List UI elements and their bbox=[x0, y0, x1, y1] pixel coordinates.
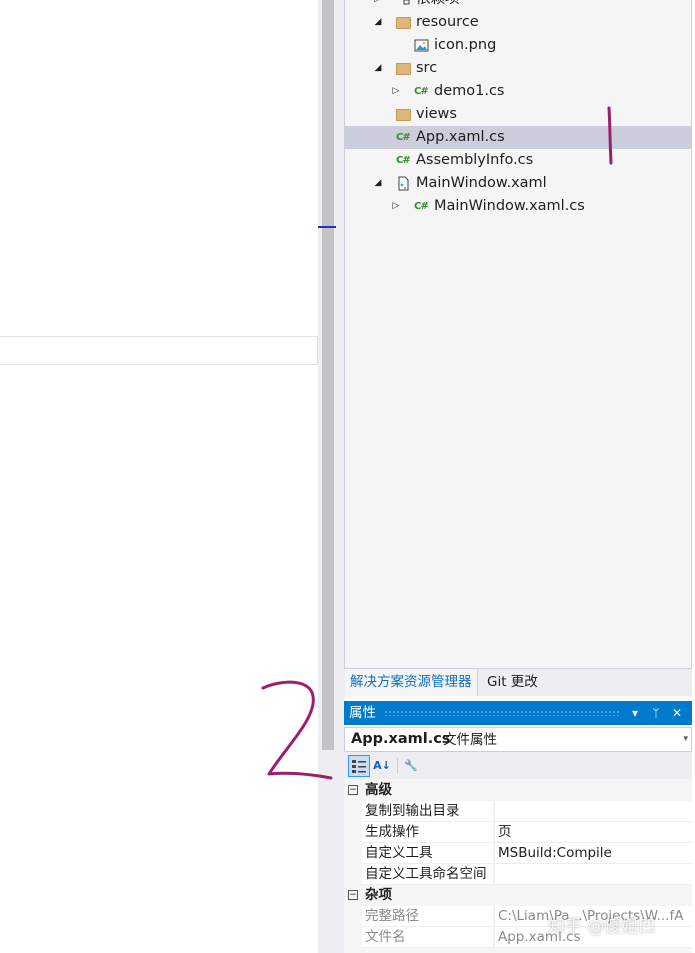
category-name: 高级 bbox=[365, 782, 392, 798]
csharp-file-icon: C# bbox=[396, 132, 411, 143]
tree-item-app-xaml-cs[interactable]: C# App.xaml.cs bbox=[345, 126, 691, 149]
property-pages-wrench-icon[interactable]: 🔧 bbox=[400, 755, 422, 777]
tab-solution-explorer[interactable]: 解决方案资源管理器 bbox=[345, 669, 478, 696]
property-value[interactable]: 页 bbox=[494, 822, 692, 843]
alphabetical-sort-icon[interactable]: A↓ bbox=[371, 755, 393, 777]
properties-object-selector[interactable]: App.xaml.cs 文件属性 ▾ bbox=[344, 727, 692, 752]
collapse-icon[interactable]: − bbox=[348, 785, 358, 795]
property-name: 生成操作 bbox=[362, 822, 493, 843]
tree-item-demo1-cs[interactable]: ▷ C# demo1.cs bbox=[345, 80, 691, 103]
editor-horizontal-field[interactable] bbox=[0, 336, 318, 365]
tree-item-label: icon.png bbox=[434, 37, 497, 53]
property-row[interactable]: 复制到输出目录 bbox=[344, 801, 692, 822]
watermark: 知乎 @傻姐凹 bbox=[548, 917, 656, 937]
tree-item-mainwindow-xaml[interactable]: ◢ MainWindow.xaml bbox=[345, 172, 691, 195]
xaml-file-icon bbox=[398, 176, 409, 191]
tree-item-label: MainWindow.xaml.cs bbox=[434, 198, 585, 214]
properties-toolbar: A↓ 🔧 bbox=[344, 752, 692, 779]
property-name: 自定义工具 bbox=[362, 843, 493, 864]
properties-title-bar[interactable]: 属性 ▾ ᛘ ✕ bbox=[344, 701, 692, 725]
tree-item-icon-png[interactable]: icon.png bbox=[345, 34, 691, 57]
window-options-icon[interactable]: ▾ bbox=[625, 701, 645, 725]
tree-item-dependencies[interactable]: ▷ 依赖项 bbox=[345, 0, 691, 11]
tool-window-tabs: 解决方案资源管理器 Git 更改 bbox=[344, 668, 692, 696]
folder-icon bbox=[396, 17, 411, 29]
tree-item-label: App.xaml.cs bbox=[416, 129, 505, 145]
chevron-down-icon[interactable]: ▾ bbox=[683, 728, 688, 751]
property-value[interactable] bbox=[494, 864, 692, 885]
tree-item-resource-folder[interactable]: ◢ resource bbox=[345, 11, 691, 34]
close-icon[interactable]: ✕ bbox=[667, 701, 687, 725]
pin-icon[interactable]: ᛘ bbox=[646, 701, 666, 725]
property-name: 自定义工具命名空间 bbox=[362, 864, 493, 885]
csharp-file-icon: C# bbox=[414, 201, 429, 212]
scroll-position-marker bbox=[318, 226, 336, 228]
collapse-icon[interactable]: − bbox=[348, 890, 358, 900]
property-value[interactable]: MSBuild:Compile bbox=[494, 843, 692, 864]
property-name: 文件名 bbox=[362, 927, 493, 948]
property-value[interactable] bbox=[494, 801, 692, 822]
image-file-icon bbox=[414, 39, 429, 52]
category-name: 杂项 bbox=[365, 887, 392, 903]
tree-item-label: demo1.cs bbox=[434, 83, 505, 99]
handwritten-mark-1 bbox=[607, 106, 613, 165]
tab-git-changes[interactable]: Git 更改 bbox=[482, 669, 543, 696]
tree-item-src-folder[interactable]: ◢ src bbox=[345, 57, 691, 80]
categorized-view-icon[interactable] bbox=[348, 755, 370, 777]
tree-item-label: AssemblyInfo.cs bbox=[416, 152, 534, 168]
expander-expanded-icon[interactable]: ◢ bbox=[372, 11, 384, 34]
tree-item-mainwindow-xaml-cs[interactable]: ▷ C# MainWindow.xaml.cs bbox=[345, 195, 691, 218]
property-row[interactable]: 生成操作 页 bbox=[344, 822, 692, 843]
expander-expanded-icon[interactable]: ◢ bbox=[372, 172, 384, 195]
folder-icon bbox=[396, 109, 411, 121]
tree-item-label: src bbox=[416, 60, 438, 76]
object-type: 文件属性 bbox=[443, 732, 497, 748]
expander-collapsed-icon[interactable]: ▷ bbox=[372, 0, 384, 11]
tree-item-label: 依赖项 bbox=[416, 0, 460, 11]
title-grip bbox=[384, 710, 620, 716]
property-name: 完整路径 bbox=[362, 906, 493, 927]
solution-explorer: ▷ 依赖项 ◢ resource icon.png ◢ src ▷ C# dem… bbox=[344, 0, 692, 668]
tree-item-views-folder[interactable]: views bbox=[345, 103, 691, 126]
tree-item-assemblyinfo-cs[interactable]: C# AssemblyInfo.cs bbox=[345, 149, 691, 172]
property-name: 复制到输出目录 bbox=[362, 801, 493, 822]
dependencies-icon bbox=[403, 0, 410, 5]
folder-icon bbox=[396, 63, 411, 75]
category-advanced[interactable]: − 高级 bbox=[344, 780, 692, 801]
tree-item-label: views bbox=[416, 106, 457, 122]
tree-item-label: resource bbox=[416, 14, 479, 30]
editor-pane bbox=[0, 0, 318, 953]
csharp-file-icon: C# bbox=[396, 155, 411, 166]
toolbar-divider bbox=[397, 758, 398, 774]
properties-title: 属性 bbox=[349, 705, 376, 721]
property-row[interactable]: 自定义工具命名空间 bbox=[344, 864, 692, 885]
vertical-scrollbar[interactable] bbox=[322, 0, 334, 750]
category-misc[interactable]: − 杂项 bbox=[344, 885, 692, 906]
expander-collapsed-icon[interactable]: ▷ bbox=[390, 195, 402, 218]
expander-expanded-icon[interactable]: ◢ bbox=[372, 57, 384, 80]
tree-item-label: MainWindow.xaml bbox=[416, 175, 547, 191]
handwritten-mark-2 bbox=[261, 680, 333, 780]
csharp-file-icon: C# bbox=[414, 86, 429, 97]
property-row[interactable]: 自定义工具 MSBuild:Compile bbox=[344, 843, 692, 864]
expander-collapsed-icon[interactable]: ▷ bbox=[390, 80, 402, 103]
object-name: App.xaml.cs bbox=[351, 731, 451, 747]
